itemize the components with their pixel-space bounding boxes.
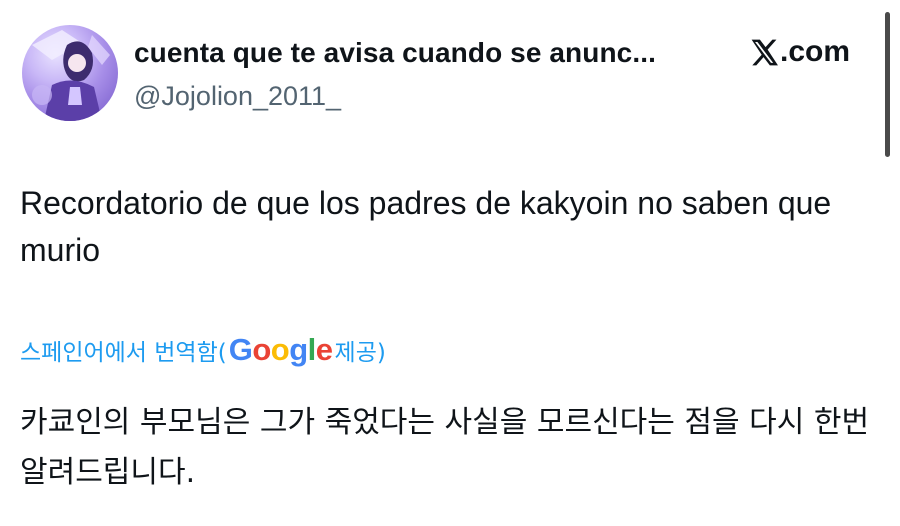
avatar[interactable] [22,25,118,121]
x-com-link[interactable]: .com [748,35,850,69]
google-letter: e [315,332,333,367]
google-letter: G [228,332,253,367]
x-logo-icon [751,39,778,65]
site-label: .com [780,35,851,68]
translation-suffix: 제공) [334,340,386,366]
translation-prefix: 스페인어에서 번역함( [20,340,227,366]
tweet-text: Recordatorio de que los padres de kakyoi… [20,185,832,268]
google-letter: o [252,332,271,367]
google-letter: l [307,332,317,367]
translated-text: 카쿄인의 부모님은 그가 죽었다는 사실을 모르신다는 점을 다시 한번 알려드… [20,405,870,490]
translation-attribution[interactable]: 스페인어에서 번역함( Google 제공) [20,332,386,368]
scrollbar[interactable] [885,12,890,157]
tweet-header: cuenta que te avisa cuando se anunc... @… [22,25,872,125]
avatar-purple-character-icon [32,30,110,121]
google-letter: g [289,332,308,367]
user-handle[interactable]: @Jojolion_2011_ [134,81,341,112]
google-letter: o [270,332,290,367]
google-logo: Google [229,332,333,368]
display-name[interactable]: cuenta que te avisa cuando se anunc... [134,37,656,69]
